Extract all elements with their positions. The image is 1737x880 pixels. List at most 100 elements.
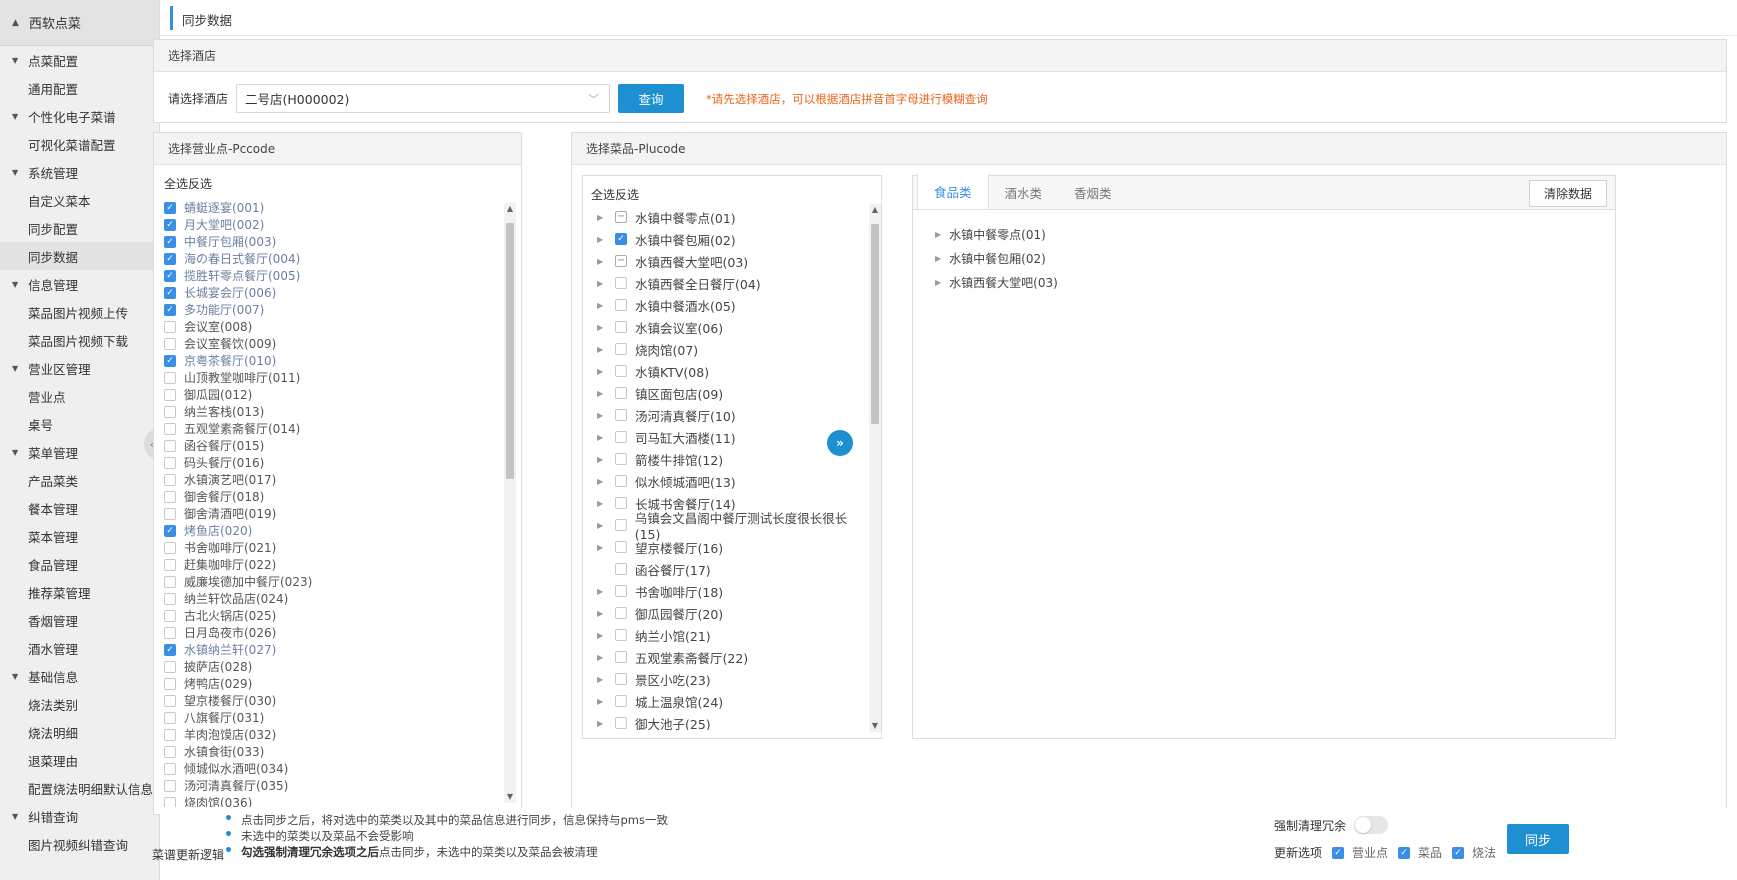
caret-right-icon[interactable]: ▶ [597, 257, 609, 266]
pccode-item[interactable]: 古北火锅店(025) [164, 607, 494, 624]
pccode-item[interactable]: 会议室(008) [164, 318, 494, 335]
caret-right-icon[interactable]: ▶ [597, 543, 609, 552]
plucode-tree-item[interactable]: ▶ 似水倾城酒吧(13) [597, 470, 867, 492]
checkbox-icon[interactable] [164, 711, 176, 724]
checkbox-icon[interactable] [164, 779, 176, 792]
caret-right-icon[interactable]: ▶ [597, 675, 609, 684]
checkbox-icon[interactable] [615, 475, 627, 487]
checkbox-icon[interactable] [164, 728, 176, 741]
tab-2[interactable]: 香烟类 [1058, 175, 1128, 209]
checkbox-icon[interactable] [164, 422, 176, 435]
sync-button[interactable]: 同步 [1507, 824, 1569, 854]
plucode-tree-item[interactable]: ▶ 景区小吃(23) [597, 668, 867, 690]
plucode-tree-item[interactable]: ▶ 御瓜园餐厅(20) [597, 602, 867, 624]
checkbox-icon[interactable] [615, 387, 627, 399]
caret-right-icon[interactable]: ▶ [597, 235, 609, 244]
checkbox-icon[interactable] [164, 320, 176, 333]
sidebar-item[interactable]: 食品管理 [0, 550, 159, 578]
checkbox-icon[interactable] [164, 660, 176, 673]
pccode-item[interactable]: 烧肉馆(036) [164, 794, 494, 807]
checkbox-icon[interactable] [164, 575, 176, 588]
sidebar-item[interactable]: 营业点 [0, 382, 159, 410]
select-all-link[interactable]: 全选反选 [164, 175, 212, 193]
plucode-tree-item[interactable]: ▶ 书舍咖啡厅(18) [597, 580, 867, 602]
sidebar-item[interactable]: 图片视频纠错查询 [0, 830, 159, 858]
scroll-down-icon[interactable]: ▼ [869, 720, 881, 732]
pccode-item[interactable]: 水镇食街(033) [164, 743, 494, 760]
checkbox-icon[interactable] [615, 695, 627, 707]
sidebar-item[interactable]: 配置烧法明细默认信息 [0, 774, 159, 802]
pccode-item[interactable]: ✓ 中餐厅包厢(003) [164, 233, 494, 250]
update-option[interactable]: ✓ 营业点 [1332, 844, 1388, 861]
sidebar-item[interactable]: 香烟管理 [0, 606, 159, 634]
checkbox-checked-icon[interactable]: ✓ [164, 354, 176, 367]
checkbox-icon[interactable]: − [615, 211, 627, 223]
sidebar-group[interactable]: ▼ 系统管理 [0, 158, 159, 186]
pccode-scrollbar[interactable]: ▲ ▼ [504, 203, 516, 803]
pccode-item[interactable]: ✓ 水镇纳兰轩(027) [164, 641, 494, 658]
checkbox-checked-icon[interactable]: ✓ [164, 303, 176, 316]
query-button[interactable]: 查询 [618, 84, 685, 113]
checkbox-icon[interactable] [164, 694, 176, 707]
sidebar-item[interactable]: 菜品图片视频上传 [0, 298, 159, 326]
checkbox-icon[interactable] [164, 762, 176, 775]
sidebar-group[interactable]: ▼ 纠错查询 [0, 802, 159, 830]
select-all-link[interactable]: 全选反选 [591, 186, 639, 203]
checkbox-checked-icon[interactable]: ✓ [164, 269, 176, 282]
caret-right-icon[interactable]: ▶ [597, 499, 609, 508]
caret-right-icon[interactable]: ▶ [935, 254, 941, 263]
pccode-item[interactable]: 函谷餐厅(015) [164, 437, 494, 454]
plucode-tree-item[interactable]: ▶ 汤河清真餐厅(10) [597, 404, 867, 426]
pccode-item[interactable]: 山顶教堂咖啡厅(011) [164, 369, 494, 386]
sidebar-item[interactable]: 同步配置 [0, 214, 159, 242]
transfer-right-button[interactable]: » [827, 430, 853, 456]
sidebar-item[interactable]: 可视化菜谱配置 [0, 130, 159, 158]
checkbox-icon[interactable] [615, 563, 627, 575]
pccode-item[interactable]: ✓ 京粤茶餐厅(010) [164, 352, 494, 369]
caret-right-icon[interactable]: ▶ [935, 278, 941, 287]
scroll-up-icon[interactable]: ▲ [504, 203, 516, 215]
caret-right-icon[interactable]: ▶ [597, 433, 609, 442]
caret-right-icon[interactable]: ▶ [597, 653, 609, 662]
checkbox-checked-icon[interactable]: ✓ [1332, 846, 1345, 859]
pccode-item[interactable]: 八旗餐厅(031) [164, 709, 494, 726]
plucode-tree-item[interactable]: ▶ 烧肉馆(07) [597, 338, 867, 360]
checkbox-icon[interactable] [615, 431, 627, 443]
checkbox-icon[interactable] [164, 796, 176, 807]
checkbox-icon[interactable] [615, 453, 627, 465]
sidebar-item[interactable]: 烧法类别 [0, 690, 159, 718]
pccode-select-all[interactable]: 全选反选 [164, 175, 212, 193]
pccode-item[interactable]: 御舍餐厅(018) [164, 488, 494, 505]
pccode-item[interactable]: ✓ 海の春日式餐厅(004) [164, 250, 494, 267]
plucode-tree-item[interactable]: ▶ 御大池子(25) [597, 712, 867, 731]
sidebar-group[interactable]: ▼ 个性化电子菜谱 [0, 102, 159, 130]
checkbox-icon[interactable] [615, 365, 627, 377]
sidebar-group[interactable]: ▼ 点菜配置 [0, 46, 159, 74]
pccode-item[interactable]: 水镇演艺吧(017) [164, 471, 494, 488]
caret-right-icon[interactable]: ▶ [597, 477, 609, 486]
result-item[interactable]: ▶ 水镇西餐大堂吧(03) [935, 270, 1058, 294]
plucode-tree-item[interactable]: ▶ 城上温泉馆(24) [597, 690, 867, 712]
checkbox-checked-icon[interactable]: ✓ [1452, 846, 1465, 859]
caret-right-icon[interactable]: ▶ [597, 213, 609, 222]
pccode-item[interactable]: 书舍咖啡厅(021) [164, 539, 494, 556]
caret-right-icon[interactable]: ▶ [597, 521, 609, 530]
pccode-item[interactable]: 御舍清酒吧(019) [164, 505, 494, 522]
sidebar-item[interactable]: 退菜理由 [0, 746, 159, 774]
checkbox-icon[interactable] [615, 277, 627, 289]
caret-right-icon[interactable]: ▶ [597, 455, 609, 464]
pccode-item[interactable]: 汤河清真餐厅(035) [164, 777, 494, 794]
caret-right-icon[interactable]: ▶ [597, 301, 609, 310]
checkbox-icon[interactable] [164, 745, 176, 758]
pccode-item[interactable]: 五观堂素斋餐厅(014) [164, 420, 494, 437]
sidebar-group[interactable]: ▼ 基础信息 [0, 662, 159, 690]
sidebar-item[interactable]: 菜品图片视频下载 [0, 326, 159, 354]
caret-right-icon[interactable]: ▶ [597, 631, 609, 640]
checkbox-checked-icon[interactable]: ✓ [164, 235, 176, 248]
caret-right-icon[interactable]: ▶ [597, 389, 609, 398]
checkbox-icon[interactable] [615, 607, 627, 619]
pccode-item[interactable]: ✓ 蜻蜓逐宴(001) [164, 199, 494, 216]
checkbox-icon[interactable] [164, 609, 176, 622]
checkbox-icon[interactable] [164, 541, 176, 554]
checkbox-icon[interactable] [164, 507, 176, 520]
